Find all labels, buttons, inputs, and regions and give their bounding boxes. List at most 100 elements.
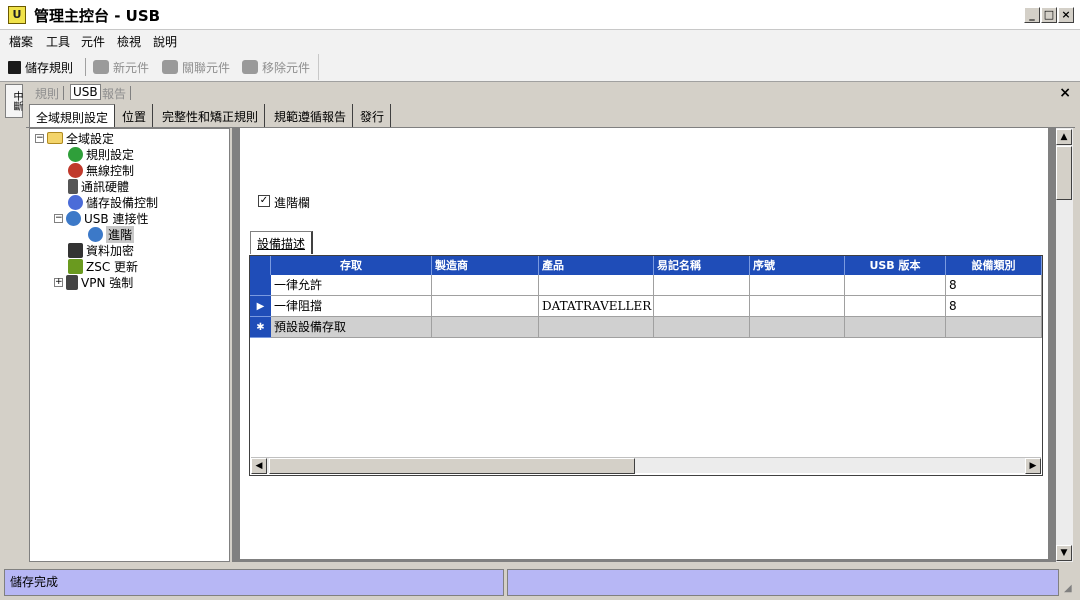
status-pane-secondary [507, 569, 1059, 596]
tree-expand-toggle[interactable]: + [54, 277, 63, 287]
vpn-icon [66, 274, 78, 290]
tree-item-communication-hardware[interactable]: 通訊硬體 [68, 178, 129, 194]
cell-friendly-name[interactable] [654, 275, 750, 296]
tree-item-wireless-control[interactable]: 無線控制 [68, 162, 134, 178]
cell-usb-version[interactable] [845, 296, 946, 317]
tab-publish[interactable]: 發行 [354, 104, 392, 128]
cell-product[interactable] [539, 275, 654, 296]
folder-icon [47, 132, 63, 144]
minimize-button[interactable]: _ [1024, 7, 1040, 23]
close-panel-icon[interactable]: × [1059, 85, 1071, 101]
toolbar-separator [85, 58, 86, 76]
cell-serial-number[interactable] [750, 317, 845, 338]
save-rules-button[interactable]: 儲存規則 [8, 58, 73, 76]
row-indicator[interactable] [250, 275, 271, 296]
cell-friendly-name[interactable] [654, 296, 750, 317]
column-header-product[interactable]: 產品 [539, 256, 654, 275]
tab-location[interactable]: 位置 [116, 104, 154, 128]
maximize-button[interactable]: □ [1041, 7, 1057, 23]
scrollbar-thumb[interactable] [269, 458, 635, 474]
scroll-right-icon[interactable]: ▶ [1025, 458, 1041, 474]
tree-item-rule-settings[interactable]: 規則設定 [68, 146, 134, 162]
cell-manufacturer[interactable] [432, 296, 539, 317]
cell-serial-number[interactable] [750, 275, 845, 296]
column-header-device-class[interactable]: 設備類別 [946, 256, 1042, 275]
content-vertical-scrollbar[interactable]: ▲ ▼ [1055, 128, 1073, 562]
row-indicator[interactable]: ▶ [250, 296, 271, 317]
cell-manufacturer[interactable] [432, 275, 539, 296]
menu-view[interactable]: 檢視 [117, 33, 141, 50]
scrollbar-thumb[interactable] [1056, 146, 1072, 200]
remove-component-icon [242, 60, 258, 74]
cell-serial-number[interactable] [750, 296, 845, 317]
cell-product[interactable]: DATATRAVELLER [539, 296, 654, 317]
cell-access[interactable]: 一律允許 [271, 275, 432, 296]
tree-item-vpn-enforcement[interactable]: + VPN 強制 [54, 274, 133, 290]
cell-access[interactable]: 預設設備存取 [271, 317, 432, 338]
tab-rules[interactable]: 規則 [35, 85, 59, 102]
link-component-button[interactable]: 關聯元件 [162, 58, 230, 76]
column-header-manufacturer[interactable]: 製造商 [432, 256, 539, 275]
advanced-columns-checkbox[interactable]: ✓ [258, 195, 270, 207]
status-message: 儲存完成 [4, 569, 504, 596]
cell-usb-version[interactable] [845, 317, 946, 338]
column-header-friendly-name[interactable]: 易記名稱 [654, 256, 750, 275]
save-icon [8, 60, 21, 74]
menu-tools[interactable]: 工具 [46, 33, 70, 50]
wireless-icon [68, 162, 83, 178]
tree-item-data-encryption[interactable]: 資料加密 [68, 242, 134, 258]
tab-device-description[interactable]: 設備描述 [250, 231, 314, 254]
device-grid: 存取 製造商 產品 易記名稱 序號 USB 版本 設備類別 一律允許 8 ▶ 一… [249, 255, 1043, 476]
tab-global-rules[interactable]: 全域規則設定 [29, 104, 116, 128]
new-row-indicator[interactable]: ✱ [250, 317, 271, 338]
new-component-button[interactable]: 新元件 [93, 58, 149, 76]
tree-item-usb-connectivity[interactable]: − USB 連接性 [54, 210, 148, 226]
remove-component-label: 移除元件 [262, 60, 311, 75]
tab-compliance-report[interactable]: 規範遵循報告 [268, 104, 354, 128]
cell-friendly-name[interactable] [654, 317, 750, 338]
tree-collapse-toggle[interactable]: − [54, 213, 63, 223]
tab-usb[interactable]: USB [70, 84, 101, 100]
tree-item-advanced[interactable]: 進階 [88, 225, 135, 243]
scroll-down-icon[interactable]: ▼ [1056, 545, 1072, 561]
encryption-icon [68, 242, 83, 258]
interrupt-tab[interactable]: 中斷 [5, 84, 23, 118]
resize-grip-icon[interactable]: ◢ [1064, 584, 1076, 596]
tree-item-zsc-update[interactable]: ZSC 更新 [68, 258, 138, 274]
usb-advanced-icon [88, 226, 103, 242]
column-header-access[interactable]: 存取 [271, 256, 432, 275]
tab-report[interactable]: 報告 [102, 85, 126, 102]
column-header-usb-version[interactable]: USB 版本 [845, 256, 946, 275]
cell-device-class[interactable] [946, 317, 1042, 338]
tree-item-global-settings[interactable]: − 全域設定 [35, 130, 114, 146]
tab-integrity-rules[interactable]: 完整性和矯正規則 [156, 104, 266, 128]
scroll-left-icon[interactable]: ◀ [251, 458, 267, 474]
grid-horizontal-scrollbar[interactable]: ◀ ▶ [251, 457, 1041, 474]
tab-divider [63, 86, 64, 100]
cell-device-class[interactable]: 8 [946, 296, 1042, 317]
menu-file[interactable]: 檔案 [9, 33, 33, 50]
cell-usb-version[interactable] [845, 275, 946, 296]
toolbar: 儲存規則 新元件 關聯元件 移除元件 [0, 52, 1080, 82]
menu-help[interactable]: 說明 [153, 33, 177, 50]
tree-collapse-toggle[interactable]: − [35, 133, 44, 143]
grid-corner-header [250, 256, 271, 275]
scroll-up-icon[interactable]: ▲ [1056, 129, 1072, 145]
tab-divider [130, 86, 131, 100]
tree-item-storage-control[interactable]: 儲存設備控制 [68, 194, 158, 210]
settings-tree: − 全域設定 規則設定 無線控制 通訊硬體 儲存設備控制 − USB 連接性 進… [29, 128, 230, 562]
menu-components[interactable]: 元件 [81, 33, 105, 50]
cell-product[interactable] [539, 317, 654, 338]
cell-device-class[interactable]: 8 [946, 275, 1042, 296]
left-strip [0, 82, 26, 562]
save-rules-label: 儲存規則 [25, 60, 74, 75]
title-bar: U 管理主控台 - USB _ □ × [0, 0, 1080, 30]
new-component-icon [93, 60, 109, 74]
column-header-serial-number[interactable]: 序號 [750, 256, 845, 275]
close-window-button[interactable]: × [1058, 7, 1074, 23]
usb-icon [66, 210, 81, 226]
cell-manufacturer[interactable] [432, 317, 539, 338]
remove-component-button[interactable]: 移除元件 [242, 58, 310, 76]
cell-access[interactable]: 一律阻擋 [271, 296, 432, 317]
toolbar-end-divider [318, 54, 319, 80]
